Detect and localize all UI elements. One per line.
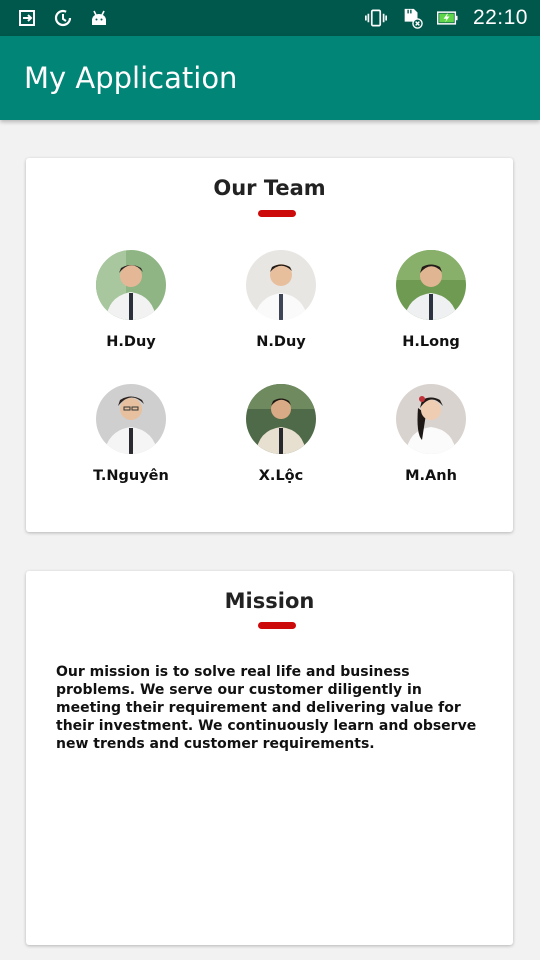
team-member-t-nguyen[interactable]: T.Nguyên bbox=[66, 384, 196, 484]
avatar-h-duy bbox=[96, 250, 166, 320]
member-name: N.Duy bbox=[256, 334, 306, 350]
clock-time: 22:10 bbox=[472, 6, 528, 29]
app-title: My Application bbox=[24, 61, 238, 95]
team-card: Our Team H.Duy N.Duy H.Long T.Nguyên X.L… bbox=[26, 158, 513, 532]
member-name: H.Long bbox=[402, 334, 460, 350]
mission-title: Mission bbox=[224, 589, 315, 613]
sd-card-icon bbox=[401, 7, 423, 29]
team-title: Our Team bbox=[213, 176, 326, 200]
member-name: T.Nguyên bbox=[93, 468, 169, 484]
avatar-t-nguyen bbox=[96, 384, 166, 454]
avatar-x-loc bbox=[246, 384, 316, 454]
data-saver-icon bbox=[52, 7, 74, 29]
member-name: X.Lộc bbox=[258, 468, 304, 484]
mission-title-underline bbox=[258, 622, 296, 629]
team-member-n-duy[interactable]: N.Duy bbox=[216, 250, 346, 350]
avatar-n-duy bbox=[246, 250, 316, 320]
status-bar: 22:10 bbox=[0, 0, 540, 36]
app-bar: My Application bbox=[0, 36, 540, 120]
team-member-h-duy[interactable]: H.Duy bbox=[66, 250, 196, 350]
vibrate-icon bbox=[364, 7, 387, 29]
android-icon bbox=[88, 7, 110, 29]
avatar-h-long bbox=[396, 250, 466, 320]
avatar-m-anh bbox=[396, 384, 466, 454]
member-name: H.Duy bbox=[106, 334, 156, 350]
download-icon bbox=[16, 7, 38, 29]
mission-text: Our mission is to solve real life and bu… bbox=[56, 664, 477, 752]
mission-card: Mission Our mission is to solve real lif… bbox=[26, 571, 513, 945]
team-member-x-loc[interactable]: X.Lộc bbox=[216, 384, 346, 484]
team-member-m-anh[interactable]: M.Anh bbox=[366, 384, 496, 484]
team-title-underline bbox=[258, 210, 296, 217]
battery-charging-icon bbox=[436, 7, 459, 29]
team-member-h-long[interactable]: H.Long bbox=[366, 250, 496, 350]
member-name: M.Anh bbox=[405, 468, 457, 484]
